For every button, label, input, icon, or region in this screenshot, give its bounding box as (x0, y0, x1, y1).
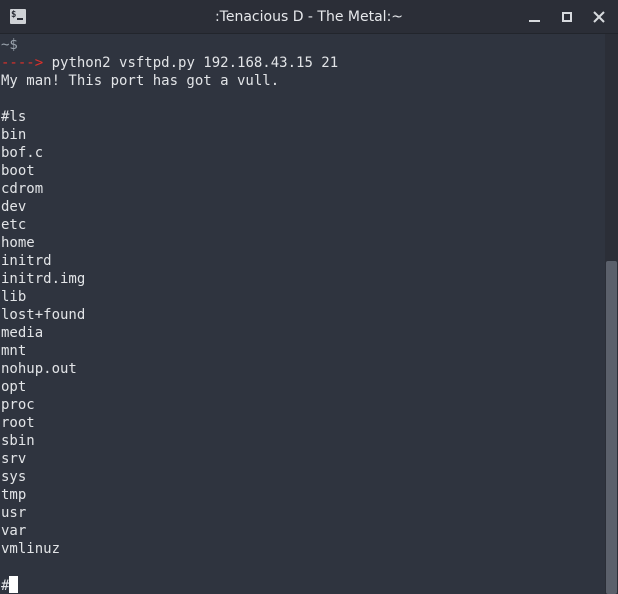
minimize-icon (529, 20, 540, 22)
listing-entry: home (1, 235, 35, 251)
listing-entry: usr (1, 505, 27, 521)
listing-entry: mnt (1, 343, 27, 359)
listing-entry: nohup.out (1, 361, 77, 377)
listing-entry: vmlinuz (1, 541, 61, 557)
close-icon (593, 11, 605, 23)
exploit-output: My man! This port has got a vull. (1, 73, 280, 89)
listing-entry: sys (1, 469, 27, 485)
listing-entry: lost+found (1, 307, 86, 323)
listing-entry: srv (1, 451, 27, 467)
scrollbar-thumb[interactable] (606, 261, 617, 594)
terminal-window: $ :Tenacious D - The Metal:~ ~$ ----> py… (0, 0, 618, 594)
shell-prompt: ~$ (1, 37, 18, 53)
listing-entry: media (1, 325, 44, 341)
close-button[interactable] (588, 6, 610, 28)
command-text: python2 vsftpd.py 192.168.43.15 21 (43, 55, 339, 71)
ls-command: #ls (1, 109, 27, 125)
maximize-button[interactable] (556, 6, 578, 28)
listing-entry: initrd (1, 253, 52, 269)
listing-entry: lib (1, 289, 27, 305)
listing-entry: cdrom (1, 181, 44, 197)
final-prompt-line[interactable]: # (1, 576, 19, 594)
listing-entry: initrd.img (1, 271, 86, 287)
final-prompt: # (1, 578, 10, 594)
command-line: ----> python2 vsftpd.py 192.168.43.15 21 (1, 54, 338, 72)
text-cursor (9, 576, 19, 593)
listing-entry: var (1, 523, 27, 539)
listing-entry: tmp (1, 487, 27, 503)
scrollbar[interactable] (605, 34, 618, 594)
prompt-arrow: ----> (1, 55, 44, 71)
title-bar[interactable]: $ :Tenacious D - The Metal:~ (0, 0, 618, 34)
terminal-output[interactable]: ~$ ----> python2 vsftpd.py 192.168.43.15… (0, 34, 605, 594)
maximize-icon (562, 12, 572, 22)
listing-entry: etc (1, 217, 27, 233)
listing-entry: boot (1, 163, 35, 179)
listing-entry: proc (1, 397, 35, 413)
minimize-button[interactable] (524, 6, 546, 28)
terminal-icon: $ (10, 9, 26, 24)
listing-entry: bin (1, 127, 27, 143)
terminal-icon-glyph: $ (11, 10, 17, 20)
listing-entry: bof.c (1, 145, 44, 161)
listing-entry: dev (1, 199, 27, 215)
listing-entry: sbin (1, 433, 35, 449)
listing-entry: root (1, 415, 35, 431)
listing-entry: opt (1, 379, 27, 395)
